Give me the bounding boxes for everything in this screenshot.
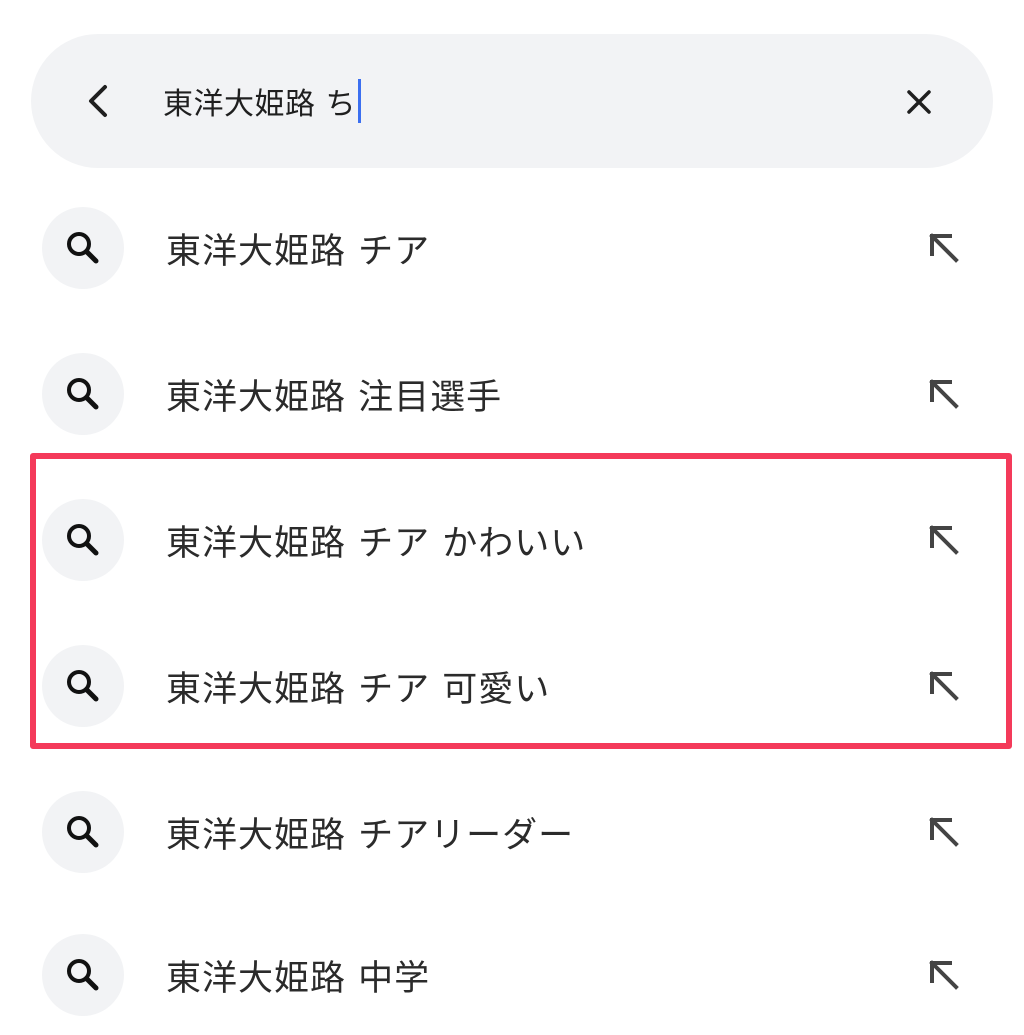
fill-query-button[interactable] xyxy=(914,945,974,1005)
suggestion-label: 東洋大姫路 チア 可愛い xyxy=(166,669,551,710)
search-icon xyxy=(42,207,124,289)
chevron-left-icon xyxy=(89,85,107,117)
arrow-up-left-icon xyxy=(929,525,959,555)
search-icon xyxy=(42,499,124,581)
search-input[interactable]: 東洋大姫路 ち xyxy=(163,34,362,168)
arrow-up-left-icon xyxy=(929,817,959,847)
suggestion-item[interactable]: 東洋大姫路 中学 xyxy=(0,915,1024,1035)
arrow-up-left-icon xyxy=(929,379,959,409)
suggestion-label: 東洋大姫路 チアリーダー xyxy=(166,815,575,856)
search-icon xyxy=(42,791,124,873)
suggestion-label: 東洋大姫路 中学 xyxy=(166,958,431,999)
suggestion-item[interactable]: 東洋大姫路 チアリーダー xyxy=(0,772,1024,892)
suggestion-item[interactable]: 東洋大姫路 チア かわいい xyxy=(0,480,1024,600)
fill-query-button[interactable] xyxy=(914,364,974,424)
suggestion-item[interactable]: 東洋大姫路 チア xyxy=(0,188,1024,308)
close-icon xyxy=(907,90,931,114)
search-icon xyxy=(42,934,124,1016)
suggestion-item[interactable]: 東洋大姫路 チア 可愛い xyxy=(0,626,1024,746)
suggestion-label: 東洋大姫路 注目選手 xyxy=(166,377,503,418)
back-button[interactable] xyxy=(70,63,126,139)
suggestion-label: 東洋大姫路 チア かわいい xyxy=(166,523,587,564)
fill-query-button[interactable] xyxy=(914,218,974,278)
fill-query-button[interactable] xyxy=(914,656,974,716)
search-query-text: 東洋大姫路 ち xyxy=(163,87,357,122)
text-caret xyxy=(358,79,362,123)
suggestion-label: 東洋大姫路 チア xyxy=(166,231,431,272)
arrow-up-left-icon xyxy=(929,671,959,701)
suggestion-item[interactable]: 東洋大姫路 注目選手 xyxy=(0,334,1024,454)
fill-query-button[interactable] xyxy=(914,802,974,862)
fill-query-button[interactable] xyxy=(914,510,974,570)
search-icon xyxy=(42,353,124,435)
search-bar: 東洋大姫路 ち xyxy=(31,34,993,168)
clear-button[interactable] xyxy=(891,74,947,130)
arrow-up-left-icon xyxy=(929,960,959,990)
arrow-up-left-icon xyxy=(929,233,959,263)
search-icon xyxy=(42,645,124,727)
